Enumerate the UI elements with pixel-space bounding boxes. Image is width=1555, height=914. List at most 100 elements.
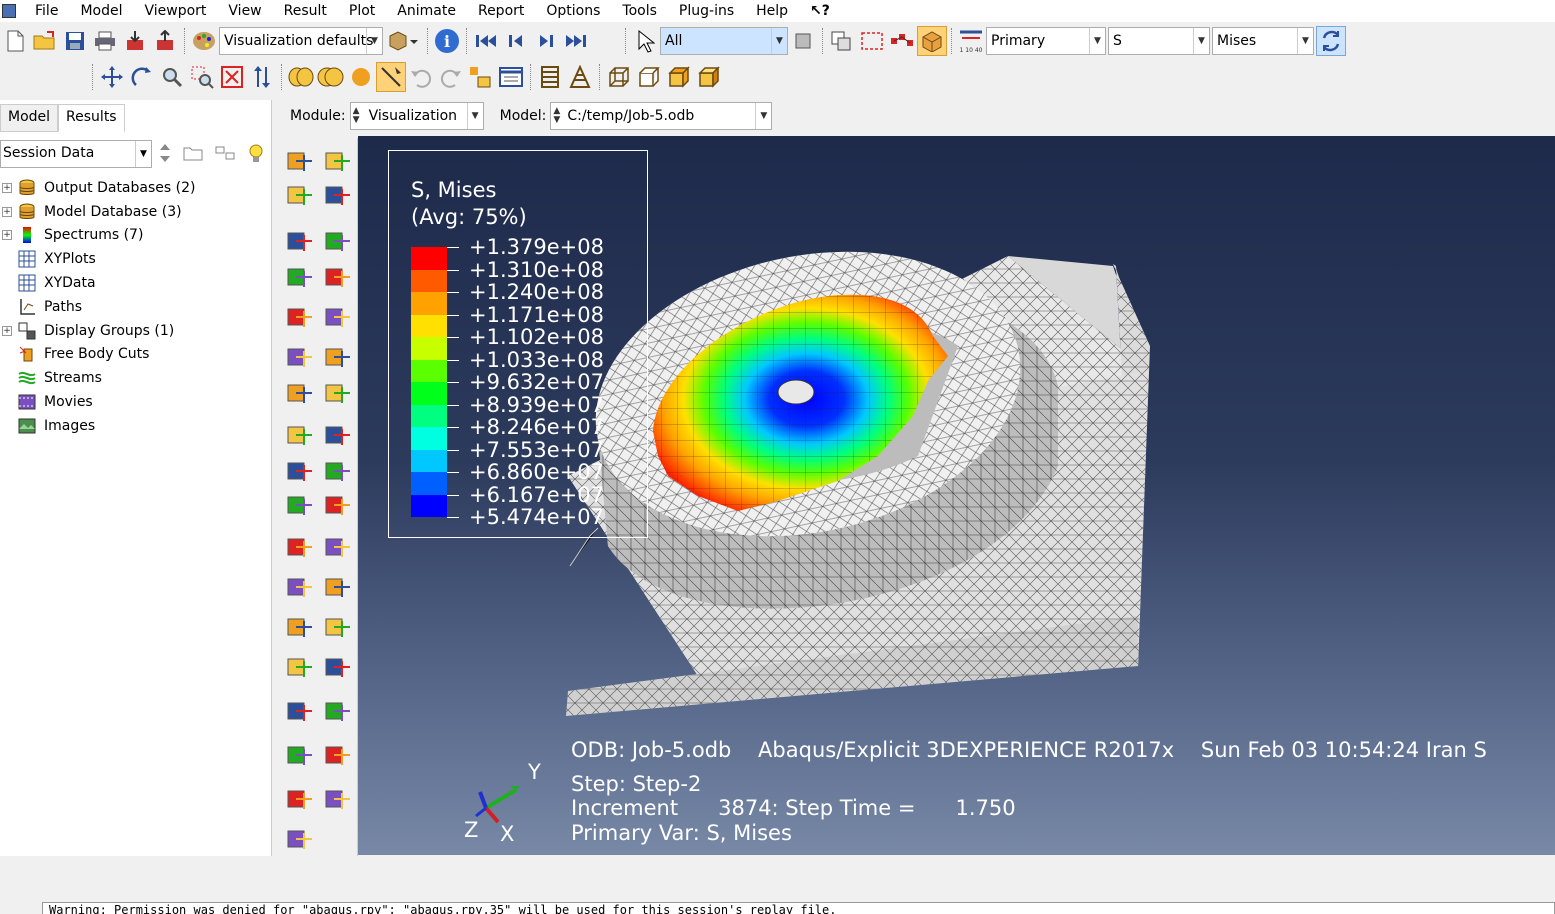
tree-item[interactable]: + Display Groups (1) (0, 319, 270, 343)
render-style-icon[interactable] (383, 26, 423, 56)
superimpose-options-icon[interactable] (322, 342, 354, 374)
wireframe-icon[interactable] (604, 62, 634, 92)
whats-this-icon[interactable]: ↖? (799, 0, 841, 22)
align-grid-icon[interactable] (535, 62, 565, 92)
menu-viewport[interactable]: Viewport (133, 0, 217, 22)
primary-combo[interactable]: Primary ▼ (986, 27, 1106, 55)
tab-results[interactable]: Results (58, 104, 125, 132)
select-from-viewport-icon[interactable] (788, 26, 818, 56)
contour-plot-options-icon[interactable] (322, 262, 354, 294)
next-frame-icon[interactable] (531, 26, 561, 56)
tree-item[interactable]: Movies (0, 390, 270, 414)
field-variable-combo[interactable]: S ▼ (1108, 27, 1210, 55)
expand-icon[interactable]: + (2, 325, 12, 336)
select-through-icon[interactable] (827, 26, 857, 56)
print-icon[interactable] (90, 26, 120, 56)
tab-model[interactable]: Model (0, 104, 59, 132)
symbol-options-icon[interactable] (322, 226, 354, 258)
chevron-down-icon[interactable]: ▼ (466, 103, 483, 129)
plot-deformed-icon[interactable] (322, 146, 354, 178)
xy-table-icon[interactable] (284, 532, 316, 564)
allow-multiple-plot-states-icon[interactable] (284, 378, 316, 410)
annotation-icon[interactable] (496, 62, 526, 92)
overlay-options-icon[interactable] (322, 378, 354, 410)
viewport-canvas[interactable]: S, Mises (Avg: 75%) +1.379e+08 +1.310e+08… (358, 136, 1555, 855)
auto-fit-icon[interactable] (217, 62, 247, 92)
selection-filter-combo[interactable]: All ▼ (660, 27, 788, 55)
invariant-combo[interactable]: Mises ▼ (1212, 27, 1314, 55)
create-stream-icon[interactable] (284, 740, 316, 772)
menu-result[interactable]: Result (273, 0, 338, 22)
hidden-line-icon[interactable] (634, 62, 664, 92)
orientation-options-icon[interactable] (322, 302, 354, 334)
create-path-icon[interactable] (284, 572, 316, 604)
select-arrow-icon[interactable] (630, 26, 660, 56)
view-cut-manager-icon[interactable] (284, 784, 316, 816)
tree-folder-icon[interactable] (182, 144, 204, 162)
menu-tools[interactable]: Tools (611, 0, 668, 22)
cycle-views-icon[interactable] (247, 62, 277, 92)
stream-manager-icon[interactable] (322, 740, 354, 772)
plot-contours-icon[interactable] (284, 180, 316, 212)
tree-item[interactable]: Images (0, 414, 270, 438)
save-icon[interactable] (60, 26, 90, 56)
view-manager-icon[interactable] (466, 62, 496, 92)
expand-icon[interactable]: + (2, 230, 12, 241)
plot-xy-data-icon[interactable] (322, 532, 354, 564)
open-folder-icon[interactable] (30, 26, 60, 56)
menu-file[interactable]: File (24, 0, 69, 22)
animate-scale-factor-icon[interactable] (284, 420, 316, 452)
box-select-icon[interactable] (857, 26, 887, 56)
plot-path-icon[interactable] (322, 572, 354, 604)
chevron-down-icon[interactable]: ▼ (755, 103, 771, 129)
module-spin-icon[interactable]: ▲ ▼ (353, 107, 360, 125)
tree-item[interactable]: Streams (0, 366, 270, 390)
menu-model[interactable]: Model (69, 0, 133, 22)
menu-view[interactable]: View (217, 0, 272, 22)
first-frame-icon[interactable] (471, 26, 501, 56)
undo-view-icon[interactable] (406, 62, 436, 92)
perspective-on-icon[interactable] (286, 62, 316, 92)
plot-symbols-icon[interactable] (284, 226, 316, 258)
lightbulb-icon[interactable] (246, 142, 266, 164)
animation-options-icon[interactable] (322, 456, 354, 488)
new-file-icon[interactable] (0, 26, 30, 56)
query-tool-icon[interactable] (284, 824, 316, 856)
expand-icon[interactable]: + (2, 182, 12, 193)
plot-undeformed-icon[interactable] (284, 146, 316, 178)
tree-item[interactable]: XYData (0, 271, 270, 295)
tree-item[interactable]: + Model Database (3) (0, 200, 270, 224)
redo-view-icon[interactable] (436, 62, 466, 92)
common-plot-options-icon[interactable] (284, 342, 316, 374)
stress-linearization-icon[interactable] (284, 652, 316, 684)
tree-filter-icon[interactable] (214, 144, 236, 162)
menu-report[interactable]: Report (467, 0, 535, 22)
view-cut-options-icon[interactable] (322, 784, 354, 816)
app-icon[interactable] (2, 4, 16, 18)
rotate-icon[interactable] (127, 62, 157, 92)
chevron-down-icon[interactable]: ▼ (771, 28, 787, 54)
import-icon[interactable] (120, 26, 150, 56)
menu-plugins[interactable]: Plug-ins (668, 0, 745, 22)
model-spin-icon[interactable]: ▲ ▼ (553, 107, 560, 125)
menu-help[interactable]: Help (745, 0, 799, 22)
tree-item[interactable]: Paths (0, 295, 270, 319)
export-icon[interactable] (150, 26, 180, 56)
report-field-output-icon[interactable] (322, 652, 354, 684)
node-select-icon[interactable] (887, 26, 917, 56)
free-body-manager-icon[interactable] (322, 696, 354, 728)
previous-frame-icon[interactable] (501, 26, 531, 56)
tree-item[interactable]: + Spectrums (7) (0, 224, 270, 248)
plot-contours-on-deformed-icon[interactable] (284, 262, 316, 294)
module-combo[interactable]: ▲ ▼ Visualization ▼ (349, 102, 484, 130)
magnify-query-icon[interactable] (376, 62, 406, 92)
color-palette-icon[interactable] (189, 26, 219, 56)
view-cut-icon[interactable] (565, 62, 595, 92)
filled-icon[interactable] (664, 62, 694, 92)
xy-data-manager-icon[interactable] (322, 490, 354, 522)
expand-icon[interactable]: + (2, 206, 12, 217)
contour-options-icon[interactable] (322, 180, 354, 212)
tree-item[interactable]: Free Body Cuts (0, 343, 270, 367)
session-data-combo[interactable]: Session Data ▼ (0, 140, 152, 168)
chevron-down-icon[interactable]: ▼ (366, 28, 382, 54)
